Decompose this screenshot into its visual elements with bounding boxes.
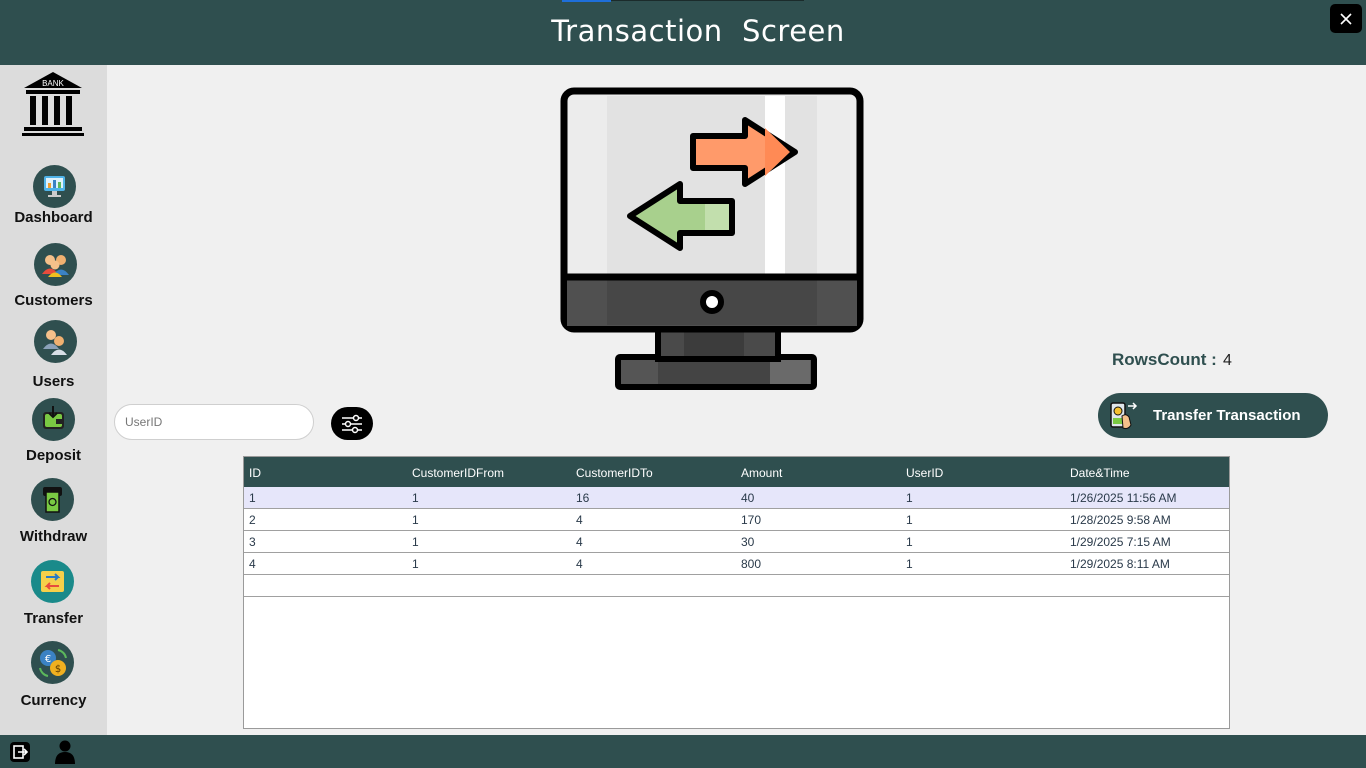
title-accent-line	[611, 0, 804, 1]
rows-count-value: 4	[1223, 352, 1232, 369]
table-cell: 1	[906, 557, 913, 571]
transfer-transaction-label: Transfer Transaction	[1153, 407, 1301, 424]
title-accent	[562, 0, 611, 2]
nav-deposit-label: Deposit	[25, 447, 81, 464]
nav-withdraw-label: Withdraw	[19, 528, 88, 545]
table-cell: 1/29/2025 8:11 AM	[1070, 557, 1170, 571]
column-header-customer-to[interactable]: CustomerIDTo	[576, 466, 653, 480]
withdraw-icon	[31, 478, 74, 521]
table-row[interactable]: 4 1 4 800 1 1/29/2025 8:11 AM	[244, 553, 1229, 575]
table-cell: 1/26/2025 11:56 AM	[1070, 491, 1177, 505]
table-cell: 170	[741, 513, 762, 527]
table-cell: 800	[741, 557, 762, 571]
nav-dashboard-label: Dashboard	[14, 209, 93, 226]
table-cell: 2	[249, 513, 256, 527]
table-cell: 3	[249, 535, 256, 549]
nav-users[interactable]: Users	[0, 320, 107, 390]
svg-text:€: €	[45, 654, 51, 665]
transfer-monitor-illustration	[560, 87, 864, 390]
column-header-userid[interactable]: UserID	[906, 466, 943, 480]
transfer-money-icon	[1110, 402, 1138, 430]
column-header-datetime[interactable]: Date&Time	[1070, 466, 1130, 480]
close-button[interactable]	[1330, 4, 1362, 33]
column-header-amount[interactable]: Amount	[741, 466, 782, 480]
close-icon	[1340, 12, 1352, 25]
users-icon	[34, 320, 77, 363]
svg-text:$: $	[55, 664, 61, 675]
table-new-row[interactable]	[244, 575, 1229, 597]
nav-transfer[interactable]: Transfer	[0, 560, 107, 627]
customers-icon	[34, 243, 77, 286]
table-cell: 4	[249, 557, 256, 571]
nav-currency[interactable]: € $ Currency	[0, 641, 107, 709]
table-cell: 1	[906, 513, 913, 527]
nav-currency-label: Currency	[20, 692, 87, 709]
status-bar	[0, 735, 1366, 768]
nav-deposit[interactable]: Deposit	[0, 398, 107, 464]
table-cell: 1/29/2025 7:15 AM	[1070, 535, 1171, 549]
transfer-transaction-button[interactable]: Transfer Transaction	[1098, 393, 1328, 438]
column-header-customer-from[interactable]: CustomerIDFrom	[412, 466, 504, 480]
table-cell: 30	[741, 535, 755, 549]
table-header: ID CustomerIDFrom CustomerIDTo Amount Us…	[244, 457, 1229, 487]
nav-customers-label: Customers	[14, 292, 93, 309]
userid-search-input[interactable]	[114, 404, 314, 440]
table-row[interactable]: 1 1 16 40 1 1/26/2025 11:56 AM	[244, 487, 1229, 509]
table-cell: 1	[906, 491, 913, 505]
deposit-icon	[32, 398, 75, 441]
table-cell: 4	[576, 513, 583, 527]
table-cell: 4	[576, 557, 583, 571]
table-cell: 1/28/2025 9:58 AM	[1070, 513, 1171, 527]
table-row[interactable]: 2 1 4 170 1 1/28/2025 9:58 AM	[244, 509, 1229, 531]
nav-customers[interactable]: Customers	[0, 243, 107, 309]
currency-icon: € $	[31, 641, 74, 684]
table-cell: 1	[412, 491, 419, 505]
sidebar: BANK Dashboard Customers Users Deposit W…	[0, 65, 107, 735]
user-icon[interactable]	[54, 740, 76, 764]
dashboard-icon	[33, 165, 76, 208]
bank-logo: BANK	[22, 72, 84, 136]
table-row[interactable]: 3 1 4 30 1 1/29/2025 7:15 AM	[244, 531, 1229, 553]
table-cell: 40	[741, 491, 755, 505]
table-cell: 4	[576, 535, 583, 549]
nav-dashboard[interactable]: Dashboard	[0, 165, 107, 227]
table-cell: 1	[249, 491, 256, 505]
transactions-table[interactable]: ID CustomerIDFrom CustomerIDTo Amount Us…	[243, 456, 1230, 729]
nav-withdraw[interactable]: Withdraw	[0, 478, 107, 545]
title-bar: Transaction Screen	[0, 0, 1366, 65]
table-cell: 1	[906, 535, 913, 549]
nav-transfer-label: Transfer	[23, 610, 84, 627]
table-cell: 1	[412, 535, 419, 549]
column-header-id[interactable]: ID	[249, 466, 261, 480]
rows-count-label: RowsCount :	[1112, 350, 1217, 369]
table-cell: 1	[412, 513, 419, 527]
filter-sliders-icon	[342, 414, 362, 434]
table-cell: 1	[412, 557, 419, 571]
table-cell: 16	[576, 491, 590, 505]
logout-icon[interactable]	[9, 741, 31, 763]
transfer-icon	[31, 560, 74, 603]
filter-button[interactable]	[331, 407, 373, 440]
page-title: Transaction Screen	[551, 14, 845, 48]
bank-logo-text: BANK	[42, 79, 64, 88]
nav-users-label: Users	[32, 373, 75, 390]
